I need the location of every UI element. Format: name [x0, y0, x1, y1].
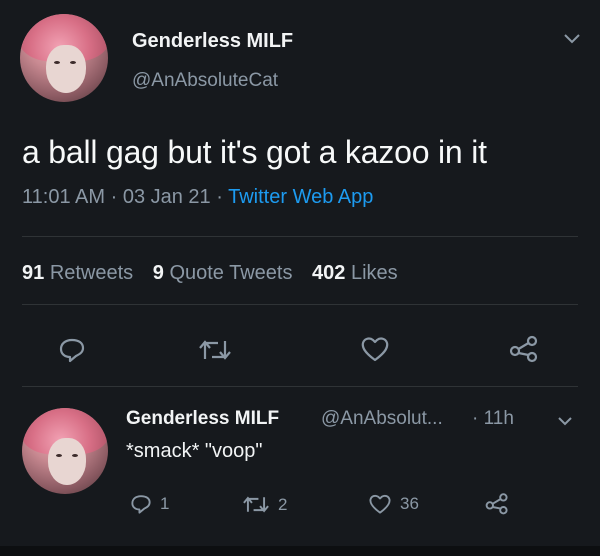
tweet-date[interactable]: 03 Jan 21 [123, 186, 211, 208]
tweet-text: a ball gag but it's got a kazoo in it [22, 134, 487, 170]
reply-author-avatar[interactable] [22, 408, 108, 494]
likes-stat[interactable]: 402 Likes [312, 262, 398, 284]
share-button[interactable] [508, 333, 540, 363]
reply-time[interactable]: · 11h [472, 408, 514, 430]
avatar-eye [70, 60, 77, 64]
chevron-down-icon[interactable] [557, 414, 573, 432]
quotes-label: Quote Tweets [169, 262, 293, 284]
reply-text: *smack* "voop" [126, 440, 263, 462]
reply-retweet-count: 2 [278, 494, 288, 514]
avatar-eye [71, 454, 78, 458]
retweets-stat[interactable]: 91 Retweets [22, 262, 133, 284]
tweet-source-app[interactable]: Twitter Web App [228, 186, 373, 208]
retweet-icon [199, 340, 231, 360]
meta-separator: · [110, 186, 118, 208]
share-icon [485, 493, 508, 515]
avatar-face [46, 44, 86, 94]
reply-author-name[interactable]: Genderless MILF [126, 408, 279, 430]
reply-reply-count: 1 [160, 494, 170, 513]
author-name[interactable]: Genderless MILF [132, 30, 293, 53]
reply-like-button[interactable]: 36 [368, 493, 419, 515]
likes-label: Likes [350, 262, 398, 284]
divider [22, 386, 578, 387]
reply-reply-button[interactable]: 1 [130, 493, 169, 515]
avatar-eye [55, 454, 62, 458]
tweet-card: Genderless MILF @AnAbsoluteCat a ball ga… [0, 0, 600, 556]
retweets-label: Retweets [49, 262, 134, 284]
reply-icon [59, 338, 85, 363]
divider [22, 236, 578, 237]
quotes-count: 9 [152, 262, 164, 284]
likes-count: 402 [312, 262, 346, 284]
bottom-edge [0, 546, 600, 556]
retweet-button[interactable] [198, 337, 232, 363]
author-avatar[interactable] [20, 14, 108, 102]
tweet-time[interactable]: 11:01 AM [22, 186, 105, 208]
reply-retweet-button[interactable]: 2 [242, 494, 287, 515]
author-handle[interactable]: @AnAbsoluteCat [132, 70, 278, 92]
chevron-down-icon[interactable] [563, 32, 581, 50]
reply-author-handle[interactable]: @AnAbsolut... [321, 408, 443, 430]
reply-button[interactable] [58, 336, 86, 364]
retweet-icon [243, 496, 269, 513]
tweet-meta: 11:01 AM · 03 Jan 21 · Twitter Web App [22, 186, 373, 209]
reply-like-count: 36 [400, 494, 419, 513]
like-icon [369, 494, 391, 514]
quotes-stat[interactable]: 9 Quote Tweets [153, 262, 293, 284]
like-icon [361, 337, 389, 362]
share-icon [509, 335, 538, 363]
reply-share-button[interactable] [484, 491, 510, 515]
tweet-stats: 91 Retweets 9 Quote Tweets 402 Likes [22, 262, 398, 285]
avatar-face [47, 438, 87, 486]
like-button[interactable] [360, 335, 390, 363]
avatar-eye [54, 60, 61, 64]
divider [22, 304, 578, 305]
meta-separator: · [216, 186, 223, 208]
reply-icon [131, 495, 151, 514]
retweets-count: 91 [22, 262, 45, 284]
